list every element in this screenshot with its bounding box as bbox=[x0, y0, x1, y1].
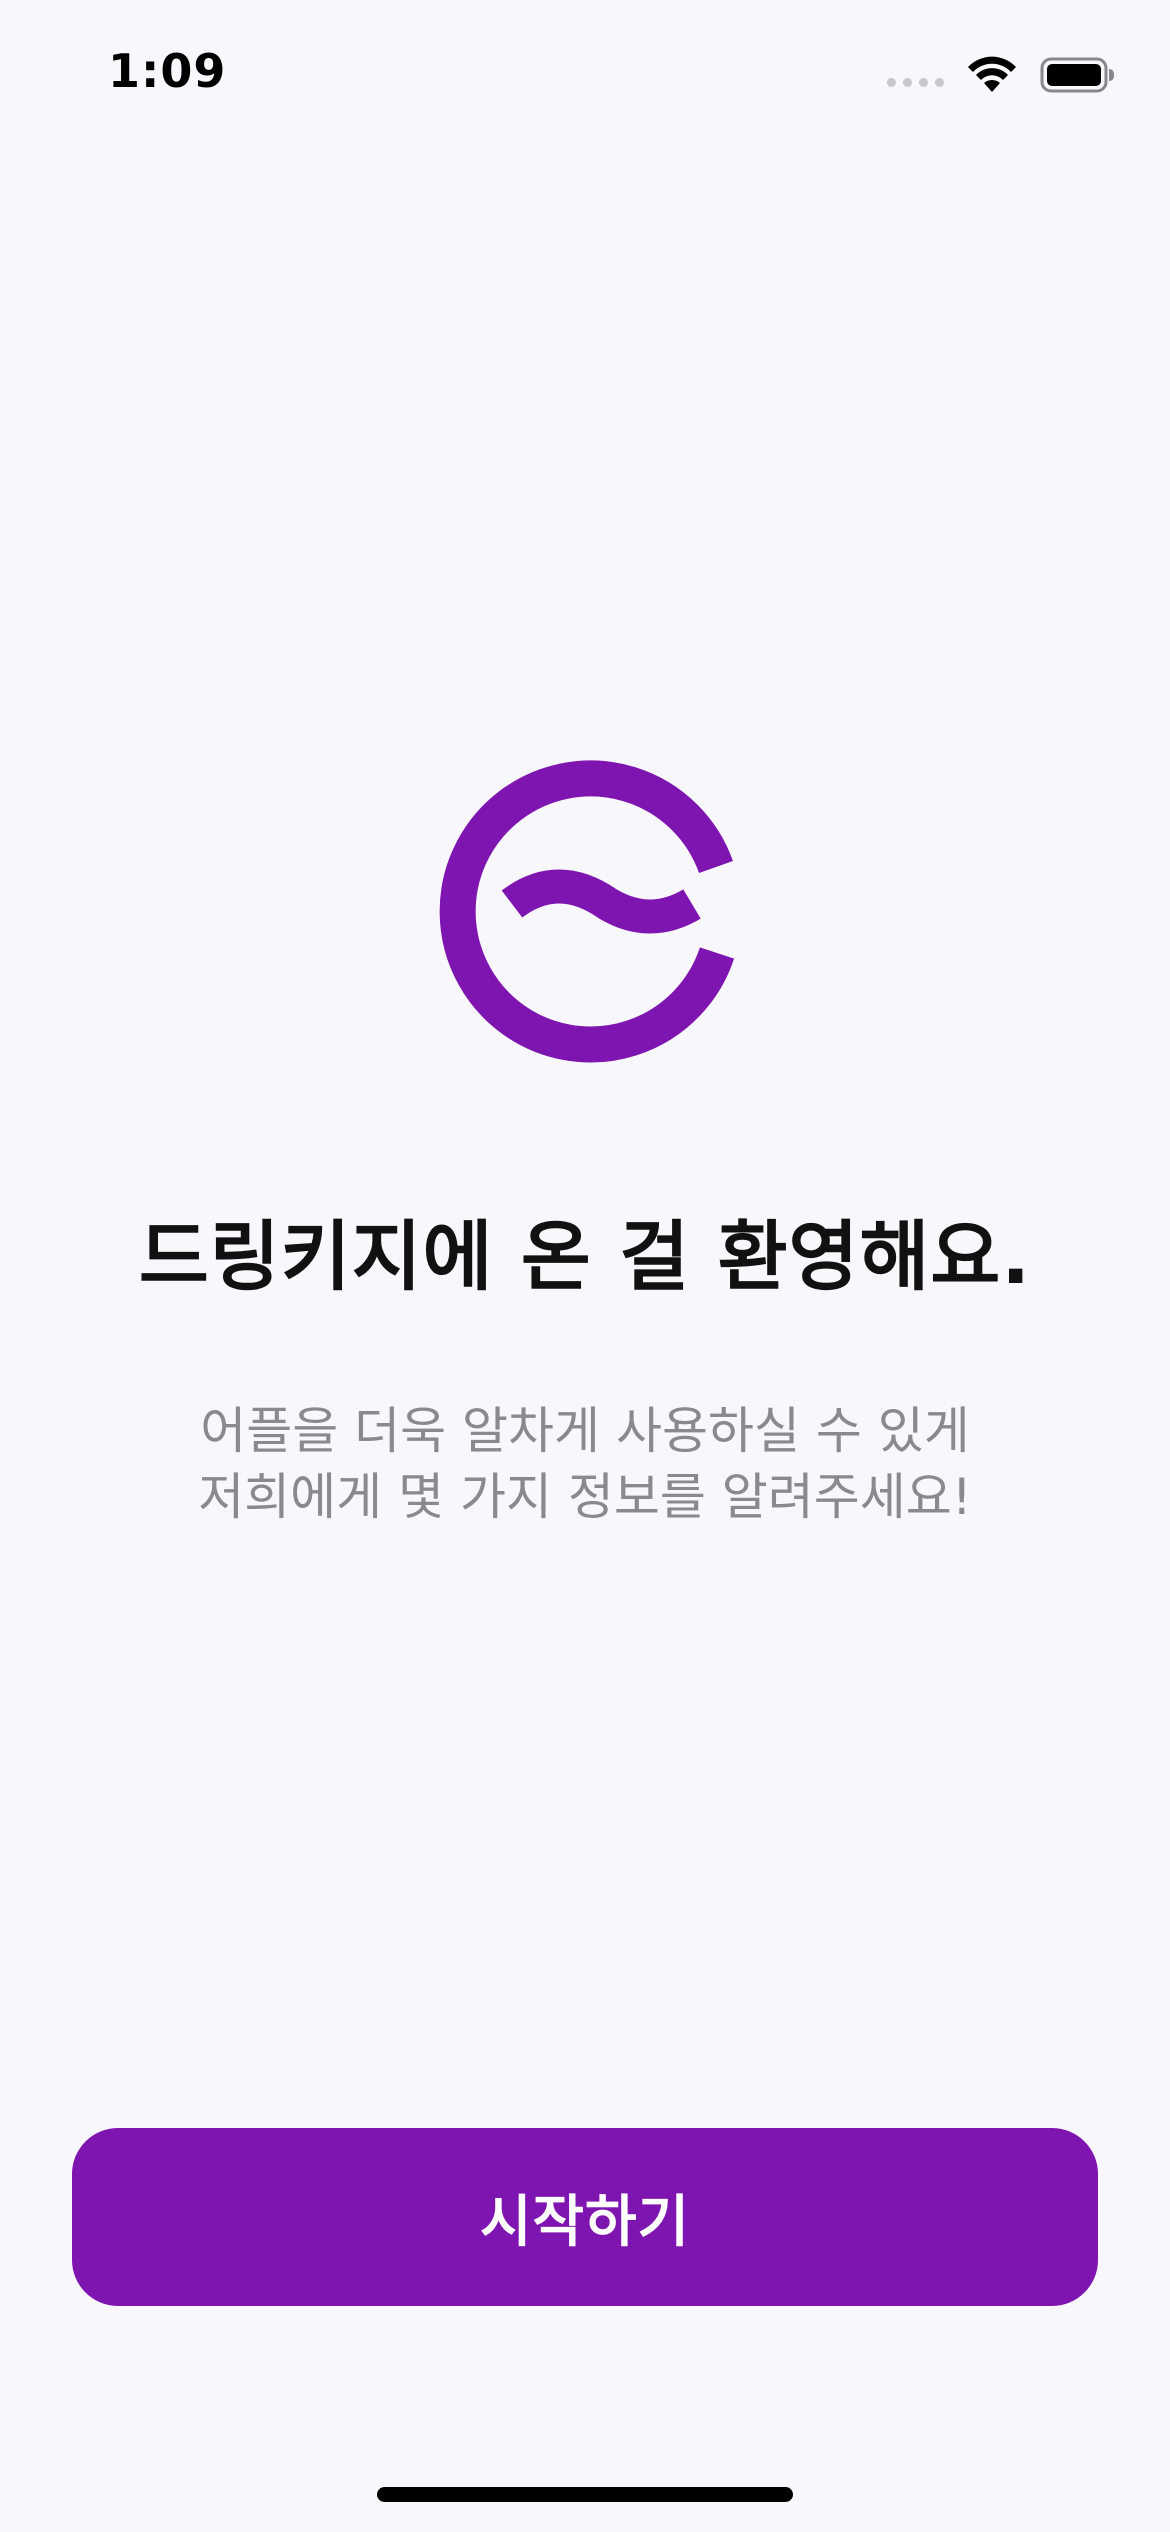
cellular-signal-icon bbox=[887, 77, 944, 87]
start-button[interactable]: 시작하기 bbox=[72, 2128, 1098, 2306]
drinkey-logo-icon bbox=[439, 760, 735, 1063]
status-bar: 1:09 bbox=[0, 0, 1170, 140]
start-button-label: 시작하기 bbox=[479, 2189, 691, 2253]
wifi-icon bbox=[968, 56, 1016, 92]
welcome-title: 드링키지에 온 걸 환영해요. bbox=[138, 1212, 1032, 1301]
home-indicator[interactable] bbox=[377, 2487, 793, 2502]
welcome-subtitle: 어플을 더욱 알차게 사용하실 수 있게 저희에게 몇 가지 정보를 알려주세요… bbox=[0, 1398, 1170, 1530]
status-icons bbox=[887, 56, 1116, 94]
welcome-subtitle-line: 어플을 더욱 알차게 사용하실 수 있게 bbox=[200, 1402, 970, 1460]
battery-icon bbox=[1040, 57, 1114, 93]
welcome-subtitle-line: 저희에게 몇 가지 정보를 알려주세요! bbox=[198, 1468, 972, 1526]
status-time: 1:09 bbox=[108, 44, 227, 98]
